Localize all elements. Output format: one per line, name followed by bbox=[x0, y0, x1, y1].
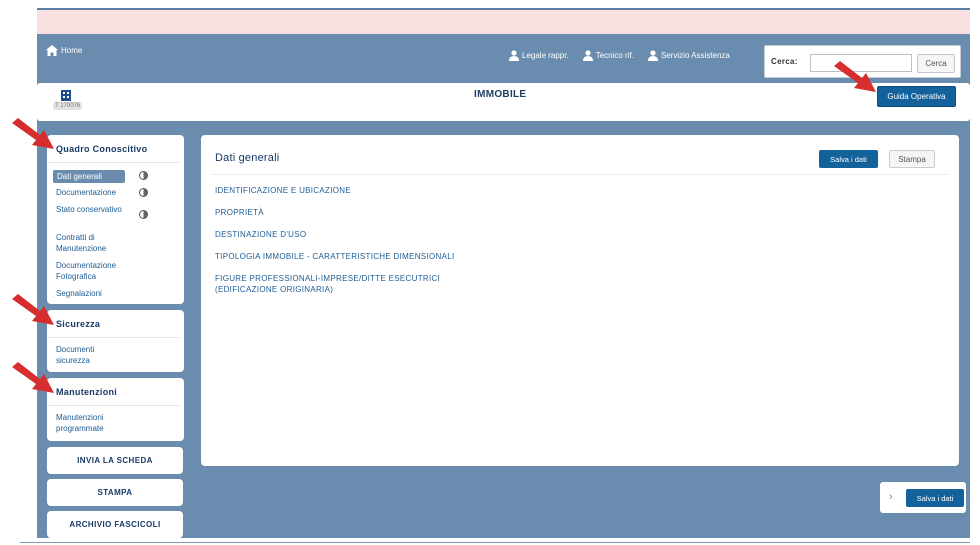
sidebar-item-stato-conservativo[interactable]: Stato conservativo bbox=[56, 204, 126, 215]
app-frame: Home Legale rappr. Tecnico rif. Servizio… bbox=[37, 8, 970, 538]
annotation-arrow-icon bbox=[12, 294, 54, 325]
sidebar-panel-title: Quadro Conoscitivo bbox=[47, 135, 180, 163]
home-label: Home bbox=[61, 46, 83, 55]
user-links: Legale rappr. Tecnico rif. Servizio Assi… bbox=[509, 50, 730, 61]
progress-pie-icon bbox=[139, 171, 148, 180]
bottom-divider bbox=[20, 542, 970, 543]
floating-save-button[interactable]: Salva i dati bbox=[906, 489, 964, 507]
sidebar-item-documentazione-fotografica[interactable]: Documentazione Fotografica bbox=[56, 260, 136, 282]
user-icon bbox=[647, 50, 658, 61]
progress-pie-icon bbox=[139, 210, 148, 219]
sidebar-item-dati-generali[interactable]: Dati generali bbox=[53, 170, 125, 183]
building-code-badge: T 170076 bbox=[53, 102, 83, 110]
floating-save-bar: › Salva i dati bbox=[880, 482, 966, 513]
user-icon bbox=[582, 50, 593, 61]
stampa-button[interactable]: STAMPA bbox=[47, 479, 183, 506]
nav-link-label: Tecnico rif. bbox=[595, 51, 634, 60]
section-link-destinazione[interactable]: DESTINAZIONE D'USO bbox=[215, 229, 306, 240]
nav-link-legale[interactable]: Legale rappr. bbox=[509, 50, 569, 61]
user-icon bbox=[509, 50, 519, 61]
sidebar-panel-quadro: Quadro Conoscitivo Dati generali Documen… bbox=[47, 135, 184, 304]
sidebar-panel-title: Sicurezza bbox=[47, 310, 180, 338]
sidebar-item-manutenzioni-programmate[interactable]: Manutenzioni programmate bbox=[56, 412, 126, 434]
section-link-proprieta[interactable]: PROPRIETÀ bbox=[215, 207, 264, 218]
sidebar-item-segnalazioni[interactable]: Segnalazioni bbox=[56, 288, 102, 299]
nav-link-tecnico[interactable]: Tecnico rif. bbox=[582, 50, 634, 61]
section-link-tipologia[interactable]: TIPOLOGIA IMMOBILE - CARATTERISTICHE DIM… bbox=[215, 251, 454, 262]
guida-operativa-button[interactable]: Guida Operativa bbox=[877, 86, 956, 107]
search-label: Cerca: bbox=[771, 57, 798, 66]
chevron-right-icon[interactable]: › bbox=[889, 491, 893, 503]
sidebar-panel-manutenzioni: Manutenzioni Manutenzioni programmate bbox=[47, 378, 184, 441]
nav-link-label: Legale rappr. bbox=[522, 51, 569, 60]
sidebar-item-documentazione[interactable]: Documentazione bbox=[56, 187, 116, 198]
notice-banner bbox=[37, 10, 970, 34]
sidebar-panel-sicurezza: Sicurezza Documenti sicurezza bbox=[47, 310, 184, 372]
sidebar-item-contratti[interactable]: Contratti di Manutenzione bbox=[56, 232, 126, 254]
annotation-arrow-icon bbox=[834, 61, 876, 92]
search-button[interactable]: Cerca bbox=[917, 54, 955, 73]
home-link[interactable]: Home bbox=[46, 45, 82, 56]
section-link-figure-professionali[interactable]: FIGURE PROFESSIONALI-IMPRESE/DITTE ESECU… bbox=[215, 273, 465, 295]
building-icon bbox=[61, 90, 71, 101]
save-button[interactable]: Salva i dati bbox=[819, 150, 878, 168]
nav-link-label: Servizio Assistenza bbox=[660, 51, 730, 60]
home-icon bbox=[46, 45, 58, 56]
main-panel-title: Dati generali bbox=[215, 152, 280, 164]
nav-link-assistenza[interactable]: Servizio Assistenza bbox=[647, 50, 730, 61]
divider bbox=[211, 174, 949, 175]
archivio-fascicoli-button[interactable]: ARCHIVIO FASCICOLI bbox=[47, 511, 183, 538]
invia-scheda-button[interactable]: INVIA LA SCHEDA bbox=[47, 447, 183, 474]
main-panel: Dati generali Salva i dati Stampa IDENTI… bbox=[201, 135, 959, 466]
sidebar-item-documenti-sicurezza[interactable]: Documenti sicurezza bbox=[56, 344, 116, 366]
progress-pie-icon bbox=[139, 188, 148, 197]
page-header: T 170076 IMMOBILE Guida Operativa bbox=[37, 83, 970, 121]
annotation-arrow-icon bbox=[12, 362, 54, 393]
top-navigation: Home Legale rappr. Tecnico rif. Servizio… bbox=[37, 34, 970, 83]
annotation-arrow-icon bbox=[12, 118, 54, 149]
print-button[interactable]: Stampa bbox=[889, 150, 935, 168]
section-link-identificazione[interactable]: IDENTIFICAZIONE E UBICAZIONE bbox=[215, 185, 351, 196]
page-title: IMMOBILE bbox=[474, 89, 527, 100]
sidebar-panel-title: Manutenzioni bbox=[47, 378, 180, 406]
